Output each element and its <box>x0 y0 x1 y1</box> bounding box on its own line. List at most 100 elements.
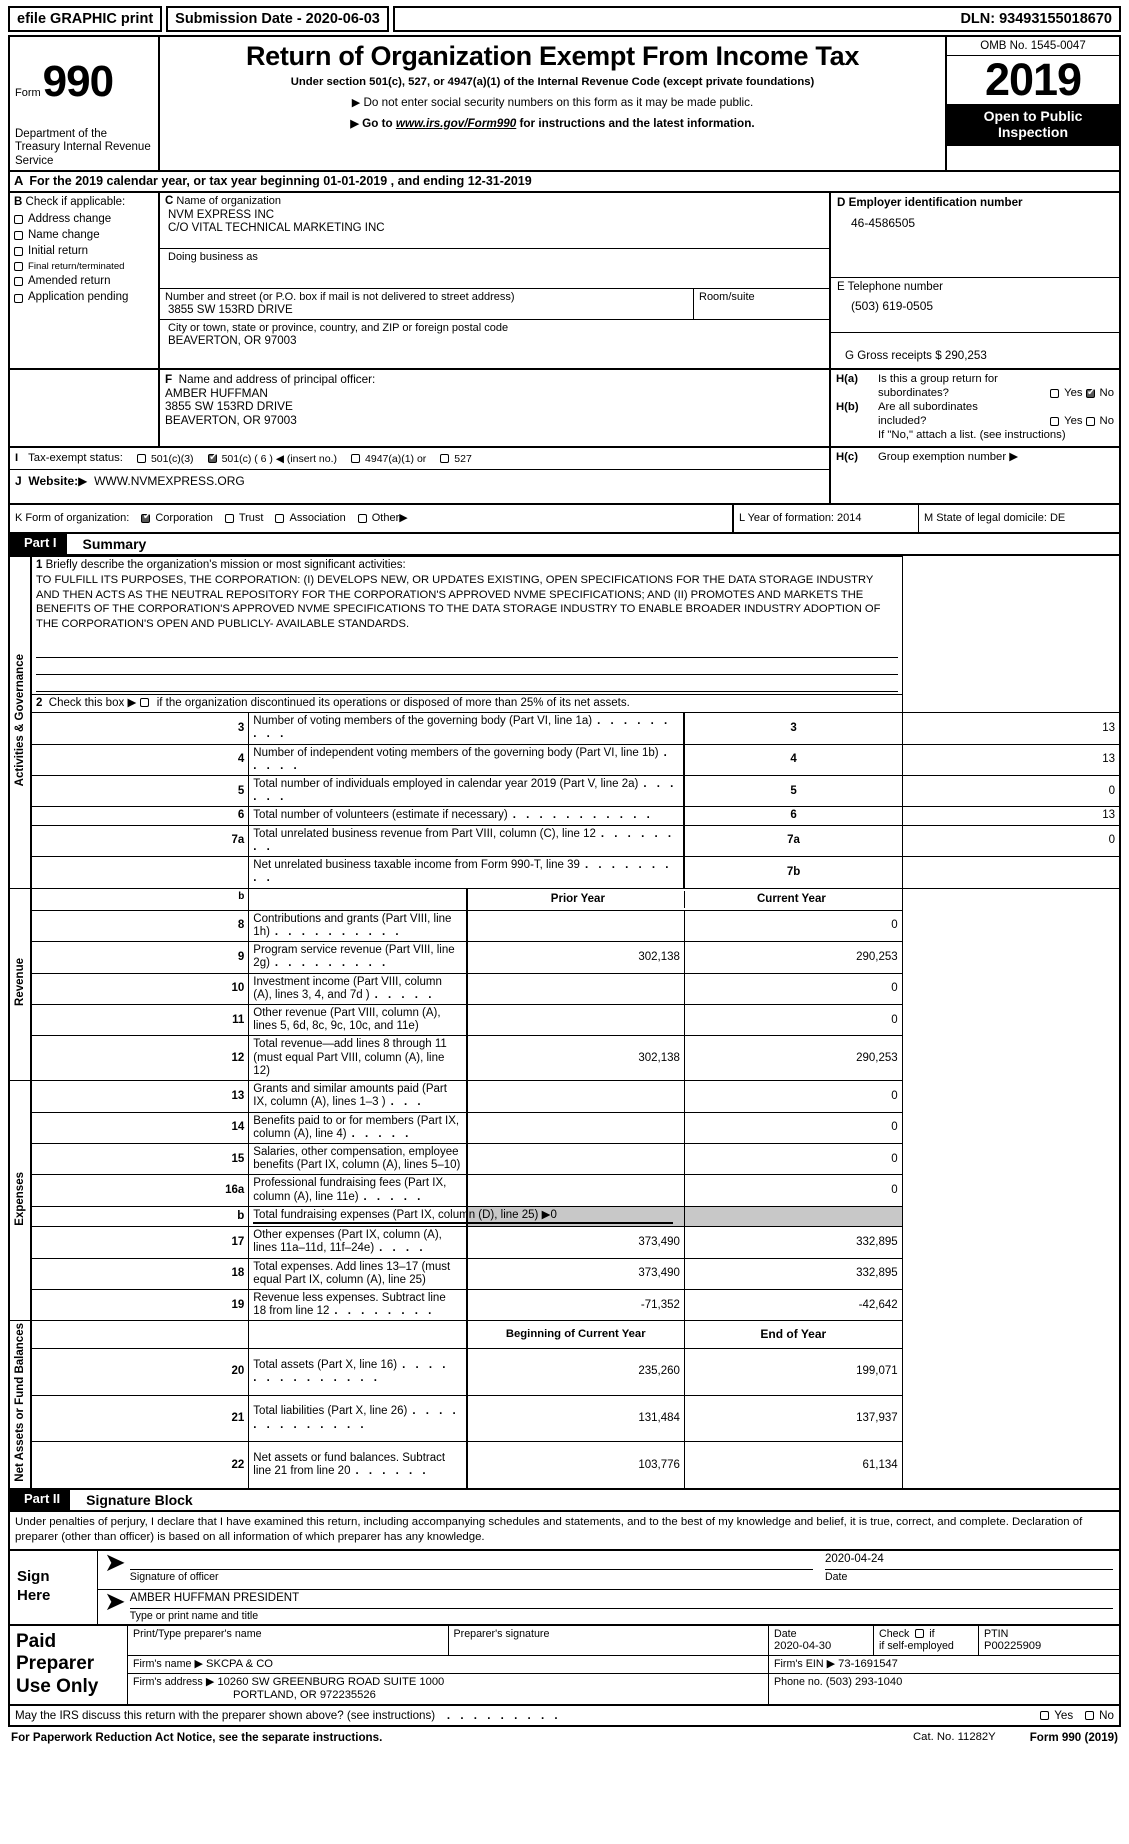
status-option-501c3[interactable]: 501(c)(3) <box>136 453 194 465</box>
org-option-corporation[interactable]: Corporation <box>141 511 213 525</box>
assets-column-header-row: Net Assets or Fund Balances Beginning of… <box>8 1320 1120 1490</box>
typed-name-row: ➤ AMBER HUFFMAN PRESIDENT Type or print … <box>98 1587 1119 1624</box>
checkbox-icon[interactable] <box>1040 1710 1050 1720</box>
checkbox-icon[interactable] <box>275 513 285 523</box>
checkbox-icon[interactable] <box>14 230 23 240</box>
table-row: 19 Revenue less expenses. Subtract line … <box>9 1288 1120 1322</box>
submission-date: Submission Date - 2020-06-03 <box>166 6 389 32</box>
spacer-cell <box>248 1320 468 1350</box>
line-2-text-b: if the organization discontinued its ope… <box>156 696 630 709</box>
line-2-row: 2 Check this box ▶ if the organization d… <box>9 694 1120 714</box>
line-2-text-a: Check this box <box>48 696 125 709</box>
checkbox-initial-return[interactable]: Initial return <box>14 245 154 258</box>
form-reference: Form 990 (2019) <box>1029 1730 1118 1744</box>
org-option-trust[interactable]: Trust <box>224 512 263 525</box>
checkbox-icon[interactable] <box>440 454 450 464</box>
form-title-block: Return of Organization Exempt From Incom… <box>160 37 947 171</box>
line-description: Number of voting members of the governin… <box>248 712 685 745</box>
spacer-cell <box>248 887 468 911</box>
sign-here-block: Sign Here ➤ Signature of officer 2020-04-… <box>8 1548 1121 1626</box>
mission-blank-lines <box>36 641 898 692</box>
line-number: 12 <box>30 1035 250 1082</box>
status-option-527[interactable]: 527 <box>440 453 472 465</box>
org-option-association[interactable]: Association <box>275 512 346 525</box>
leader-dots: . . . <box>390 1096 425 1109</box>
status-option-501c6[interactable]: 501(c) ( 6 ) ◀ (insert no.) <box>207 452 337 465</box>
h-a-yes-label: Yes <box>1064 387 1083 400</box>
line-number: 20 <box>30 1348 250 1396</box>
checkbox-icon[interactable] <box>141 511 151 523</box>
table-row: Net unrelated business taxable income fr… <box>9 856 1121 889</box>
preparer-check-label: Check <box>879 1627 910 1640</box>
checkbox-icon[interactable] <box>1085 1710 1095 1720</box>
principal-officer-label: Name and address of principal officer: <box>178 373 376 387</box>
spacer-left <box>10 370 160 447</box>
officer-and-group-return-row: F Name and address of principal officer:… <box>8 370 1121 449</box>
preparer-header-row: Print/Type preparer's name Preparer's si… <box>128 1625 1119 1656</box>
checkbox-icon[interactable] <box>1085 387 1095 399</box>
checkbox-icon[interactable] <box>14 262 23 272</box>
checkbox-icon[interactable] <box>14 293 23 303</box>
checkbox-icon[interactable] <box>14 247 23 257</box>
discuss-no-label: No <box>1099 1708 1114 1722</box>
officer-signature-cell[interactable]: ➤ Signature of officer <box>98 1548 819 1589</box>
checkbox-icon[interactable] <box>1050 417 1060 427</box>
section-c-letter: C <box>165 195 174 208</box>
checkbox-icon[interactable] <box>14 214 23 224</box>
checkbox-icon[interactable] <box>224 513 234 523</box>
checkbox-amended-return[interactable]: Amended return <box>14 275 154 288</box>
preparer-date-label: Date <box>774 1627 797 1640</box>
signature-date-cell[interactable]: 2020-04-24 Date <box>819 1551 1119 1589</box>
prior-year-value <box>465 1143 685 1176</box>
checkbox-name-change[interactable]: Name change <box>14 229 154 242</box>
table-row: 11 Other revenue (Part VIII, column (A),… <box>9 1004 1120 1037</box>
form-note-2-suffix: for instructions and the latest informat… <box>516 116 755 130</box>
part-i-bar: Part I Summary <box>8 533 1121 556</box>
form-990-page: efile GRAPHIC print Submission Date - 20… <box>0 0 1129 1844</box>
status-option-4947a1[interactable]: 4947(a)(1) or <box>351 453 426 465</box>
checkbox-icon[interactable] <box>139 697 149 707</box>
preparer-date-cell[interactable]: Date 2020-04-30 <box>769 1625 874 1655</box>
line-ref: 4 <box>683 743 903 776</box>
checkbox-icon[interactable] <box>207 452 217 464</box>
firm-phone-value: (503) 293-1040 <box>825 1675 903 1688</box>
checkbox-icon[interactable] <box>1050 389 1060 399</box>
checkbox-icon[interactable] <box>351 454 361 464</box>
prior-year-header-wrap: Prior Year Current Year <box>465 887 903 911</box>
checkbox-icon[interactable] <box>136 454 146 464</box>
ein-value: 46-4586505 <box>851 215 916 230</box>
line-16b-value: 0 <box>550 1208 557 1221</box>
mission-text: TO FULFILL ITS PURPOSES, THE CORPORATION… <box>36 573 881 631</box>
table-row: 10 Investment income (Part VIII, column … <box>9 972 1120 1006</box>
org-name-line1: NVM EXPRESS INC <box>168 208 275 221</box>
website-value[interactable]: WWW.NVMEXPRESS.ORG <box>94 474 245 488</box>
triangle-icon: ▶ <box>78 474 88 489</box>
form-subtitle: Under section 501(c), 527, or 4947(a)(1)… <box>290 76 815 89</box>
triangle-icon: ▶ <box>127 696 137 709</box>
checkbox-final-return[interactable]: Final return/terminated <box>14 261 154 272</box>
leader-dots: . . . . . . . . . <box>274 957 389 970</box>
firm-name-cell[interactable]: Firm's name ▶ SKCPA & CO <box>128 1655 769 1673</box>
preparer-signature-cell[interactable]: Preparer's signature <box>449 1625 769 1655</box>
preparer-ptin-cell[interactable]: PTIN P00225909 <box>979 1626 1119 1655</box>
current-year-value: 0 <box>683 1174 903 1207</box>
efile-bar: efile GRAPHIC print Submission Date - 20… <box>8 6 1121 32</box>
checkbox-icon[interactable] <box>14 277 23 287</box>
checkbox-icon[interactable] <box>1085 417 1095 427</box>
line-number: 19 <box>30 1288 250 1322</box>
firm-address-cell[interactable]: Firm's address ▶ 10260 SW GREENBURG ROAD… <box>128 1673 769 1704</box>
city-label: City or town, state or province, country… <box>168 322 509 335</box>
checkbox-icon[interactable] <box>357 513 367 523</box>
typed-name-cell[interactable]: ➤ AMBER HUFFMAN PRESIDENT Type or print … <box>98 1587 1119 1624</box>
checkbox-application-pending[interactable]: Application pending <box>14 291 154 304</box>
preparer-selfemployed-cell[interactable]: Check if if self-employed <box>874 1625 979 1655</box>
firm-phone-cell[interactable]: Phone no. (503) 293-1040 <box>769 1674 1119 1704</box>
triangle-icon: ▶ <box>1009 451 1018 464</box>
section-h-c-group-exemption: H(c) Group exemption number ▶ <box>831 448 1119 503</box>
irs-form990-link[interactable]: www.irs.gov/Form990 <box>396 117 516 130</box>
checkbox-address-change[interactable]: Address change <box>14 213 154 226</box>
preparer-name-cell[interactable]: Print/Type preparer's name <box>128 1625 449 1655</box>
firm-ein-cell[interactable]: Firm's EIN ▶ 73-1691547 <box>769 1656 1119 1673</box>
checkbox-icon[interactable] <box>915 1629 925 1639</box>
org-option-other[interactable]: Other ▶ <box>357 512 408 525</box>
